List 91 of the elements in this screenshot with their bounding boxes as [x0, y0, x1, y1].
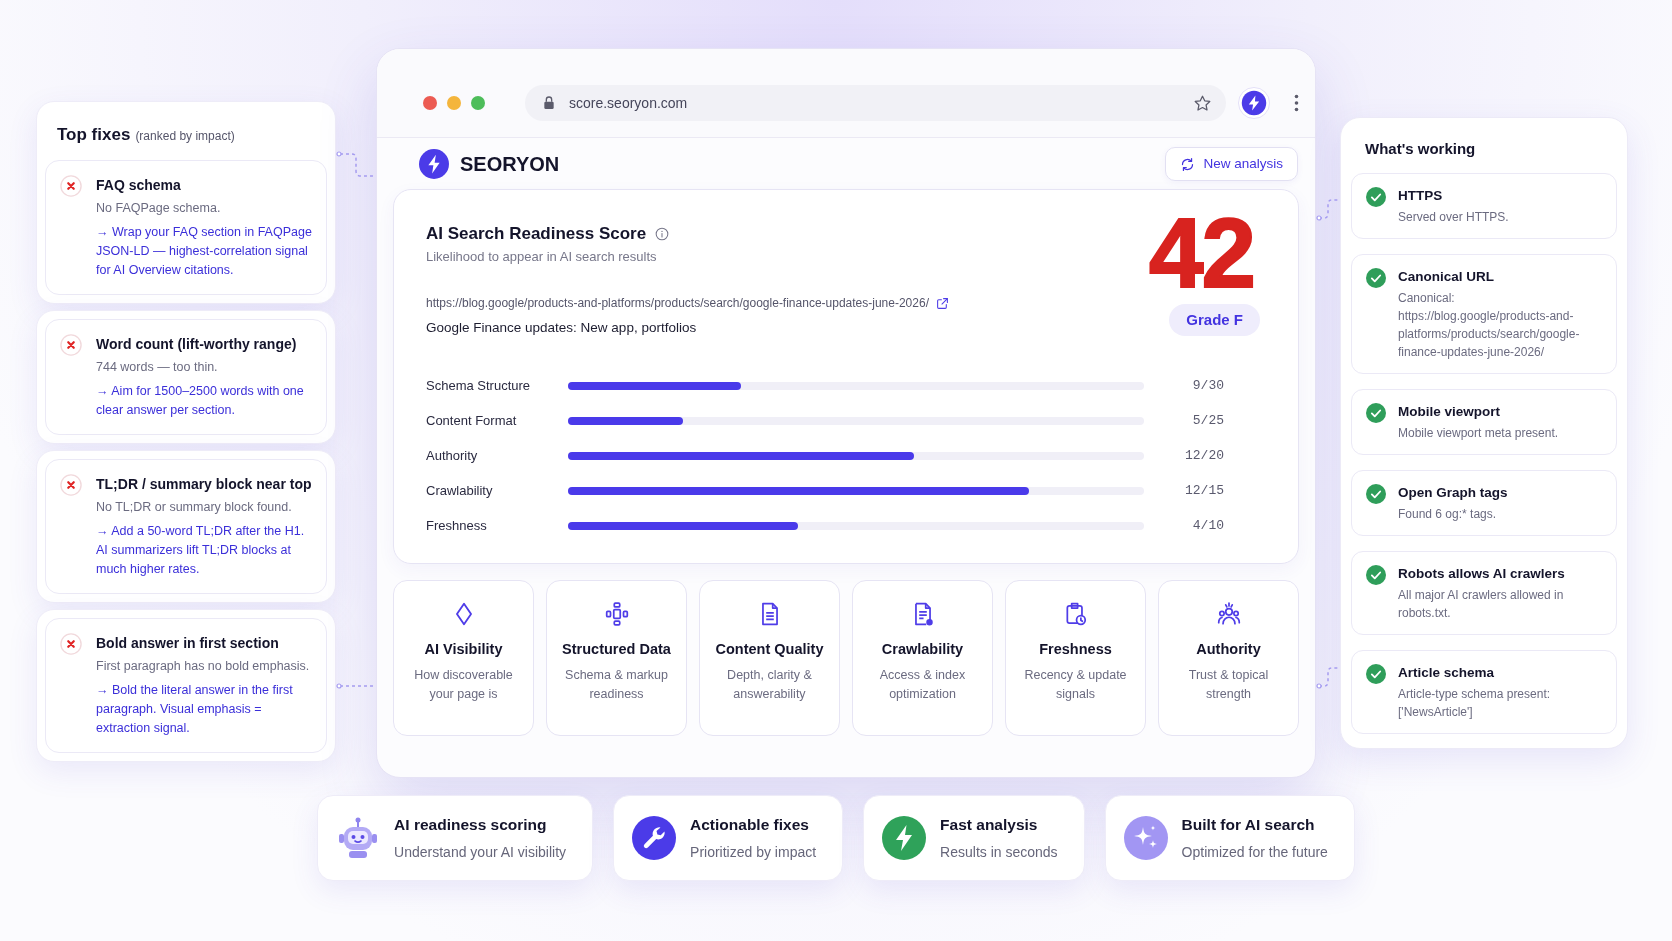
- category-description: Trust & topical strength: [1187, 667, 1270, 703]
- check-icon: [1366, 483, 1386, 504]
- check-detail: Canonical: https://blog.google/products-and-platforms/products/search/google-finance-updates-june-2026/: [1398, 289, 1581, 361]
- feature-title: Actionable fixes: [690, 815, 810, 836]
- x-mark-icon: [60, 473, 82, 496]
- metric-score: 12/20: [1184, 446, 1224, 465]
- category-title: Freshness: [1039, 640, 1112, 659]
- brand-name: SEORYON: [460, 152, 560, 177]
- feature-title: Built for AI search: [1181, 815, 1316, 836]
- logo-icon: [419, 149, 449, 179]
- panel-subtitle: (ranked by impact): [135, 128, 235, 145]
- fix-title: FAQ schema: [96, 175, 182, 195]
- metric-label: Content Format: [426, 411, 518, 430]
- fix-detail: No TL;DR or summary block found.: [96, 498, 293, 516]
- metric-score: 12/15: [1184, 481, 1224, 500]
- page-title: Google Finance updates: New app, portfolios: [426, 319, 698, 337]
- metric-label: Authority: [426, 446, 479, 465]
- grade-badge: Grade F: [1169, 304, 1260, 336]
- fix-suggestion: → Add a 50-word TL;DR after the H1. AI summarizers lift TL;DR blocks at much higher rates.: [96, 522, 306, 578]
- category-description: Access & index optimization: [878, 667, 967, 703]
- refresh-icon: [1180, 156, 1196, 172]
- check-title: Robots allows AI crawlers: [1398, 564, 1566, 583]
- fix-title: TL;DR / summary block near top: [96, 474, 312, 494]
- category-description: Schema & markup readiness: [564, 667, 669, 703]
- check-icon: [1366, 564, 1386, 585]
- address-bar[interactable]: score.seoryon.com: [525, 85, 1226, 121]
- feature-subtitle: Results in seconds: [940, 842, 1058, 862]
- external-link-icon: [936, 296, 949, 310]
- check-icon: [1366, 267, 1386, 288]
- nodes-icon: [603, 601, 630, 627]
- feature-subtitle: Optimized for the future: [1181, 842, 1328, 862]
- maximize-window-icon[interactable]: [471, 96, 485, 110]
- feature-title: Fast analysis: [940, 815, 1039, 836]
- check-title: HTTPS: [1398, 186, 1444, 205]
- metric-score: 9/30: [1191, 376, 1224, 395]
- score-title: AI Search Readiness Score: [426, 224, 647, 244]
- category-title: AI Visibility: [424, 640, 503, 659]
- fix-detail: 744 words — too thin.: [96, 358, 219, 376]
- x-mark-icon: [60, 632, 82, 655]
- category-title: Content Quality: [715, 640, 824, 659]
- check-title: Article schema: [1398, 663, 1496, 682]
- page-url-link[interactable]: https://blog.google/products-and-platforms/products/search/google-finance-updates-june-2026/: [426, 294, 949, 312]
- check-detail: Article-type schema present: ['NewsArticle']: [1398, 685, 1552, 721]
- check-icon: [1366, 663, 1386, 684]
- check-detail: Served over HTTPS.: [1398, 208, 1510, 226]
- category-description: Recency & update signals: [1023, 667, 1128, 703]
- metric-label: Freshness: [426, 516, 488, 535]
- new-analysis-button[interactable]: New analysis: [1165, 147, 1298, 181]
- feature-title: AI readiness scoring: [394, 815, 548, 836]
- score-value: 42: [1149, 216, 1254, 290]
- category-title: Authority: [1196, 640, 1261, 659]
- category-description: Depth, clarity & answerability: [726, 667, 813, 703]
- fix-title: Bold answer in first section: [96, 633, 280, 653]
- score-subtitle: Likelihood to appear in AI search results: [426, 248, 658, 266]
- category-description: How discoverable your page is: [413, 667, 514, 703]
- category-title: Structured Data: [562, 640, 671, 659]
- more-icon[interactable]: [1294, 94, 1299, 112]
- check-title: Canonical URL: [1398, 267, 1495, 286]
- bolt-icon: [882, 816, 927, 860]
- people-icon: [1215, 601, 1242, 627]
- check-detail: Mobile viewport meta present.: [1398, 424, 1560, 442]
- check-title: Mobile viewport: [1398, 402, 1501, 421]
- metric-label: Schema Structure: [426, 376, 532, 395]
- metric-score: 4/10: [1191, 516, 1224, 535]
- check-title: Open Graph tags: [1398, 483, 1509, 502]
- bolt-icon[interactable]: [1238, 87, 1270, 119]
- metric-label: Crawlability: [426, 481, 494, 500]
- feature-subtitle: Prioritized by impact: [690, 842, 817, 862]
- panel-title: What's working: [1364, 139, 1477, 159]
- category-title: Crawlability: [881, 640, 964, 659]
- fix-title: Word count (lift-worthy range): [96, 334, 298, 354]
- feature-subtitle: Understand your AI visibility: [394, 842, 567, 862]
- metric-score: 5/25: [1191, 411, 1224, 430]
- fix-suggestion: → Aim for 1500–2500 words with one clear answer per section.: [96, 382, 305, 419]
- lock-icon: [541, 95, 557, 111]
- info-icon[interactable]: [655, 227, 670, 241]
- check-icon: [1366, 186, 1386, 207]
- fix-suggestion: → Wrap your FAQ section in FAQPage JSON-LD — highest-correlation signal for AI Overview citations.: [96, 223, 312, 279]
- x-mark-icon: [60, 333, 82, 356]
- star-icon[interactable]: [1193, 93, 1212, 113]
- fix-suggestion: → Bold the literal answer in the first paragraph. Visual emphasis = extraction signal.: [96, 681, 294, 737]
- check-detail: Found 6 og:* tags.: [1398, 505, 1498, 523]
- x-mark-icon: [60, 174, 82, 197]
- fix-detail: No FAQPage schema.: [96, 199, 222, 217]
- fix-detail: First paragraph has no bold emphasis.: [96, 657, 311, 675]
- panel-title: Top fixes: [57, 124, 131, 146]
- sparkle-icon: [1123, 816, 1168, 860]
- check-icon: [1366, 402, 1386, 423]
- wrench-icon: [632, 816, 677, 860]
- check-detail: All major AI crawlers allowed in robots.txt.: [1398, 586, 1565, 622]
- close-window-icon[interactable]: [423, 96, 437, 110]
